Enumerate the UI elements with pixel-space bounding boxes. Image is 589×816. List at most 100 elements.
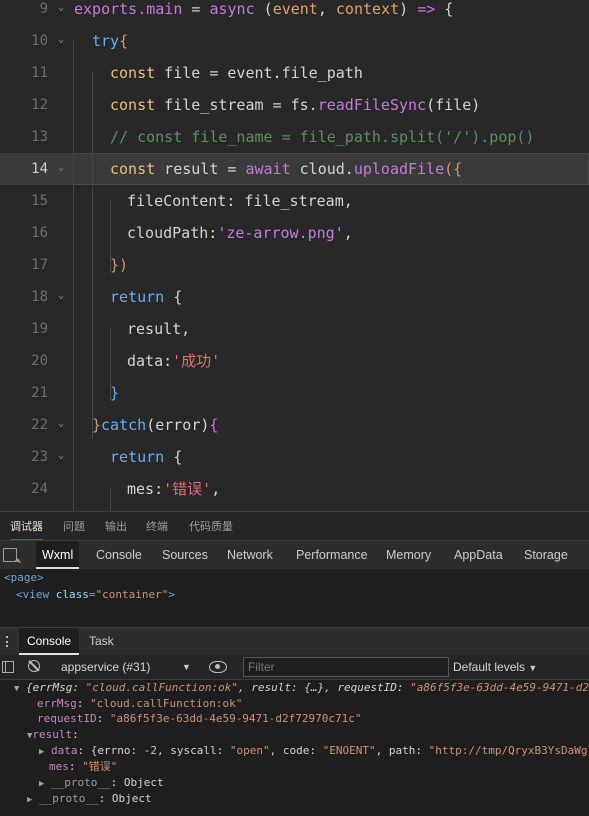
- line-number: 24: [31, 481, 48, 497]
- line-number: 11: [31, 65, 48, 81]
- tab-console-drawer[interactable]: Console: [19, 628, 80, 655]
- code-line[interactable]: 19 result,: [0, 313, 589, 345]
- collapse-triangle-icon[interactable]: ▶: [39, 747, 44, 757]
- prop-key: errMsg: [37, 697, 77, 710]
- prop-value: "cloud.callFunction:ok": [90, 697, 243, 710]
- code-text: // const file_name = file_path.split('/'…: [110, 121, 534, 153]
- code-text: return {: [110, 281, 182, 313]
- prop-data[interactable]: ▶ data: {errno: -2, syscall: "open", cod…: [39, 743, 589, 760]
- tab-network[interactable]: Network: [227, 541, 273, 569]
- dom-node-page[interactable]: <page>: [4, 571, 44, 585]
- data-part: , syscall:: [157, 744, 230, 757]
- fold-chevron-icon[interactable]: ⌄: [55, 2, 67, 14]
- code-line[interactable]: 17}): [0, 249, 589, 281]
- code-token: readFileSync: [317, 96, 427, 114]
- prop-errmsg: errMsg: "cloud.callFunction:ok": [37, 697, 243, 710]
- line-number: 12: [31, 97, 48, 113]
- context-selector[interactable]: appservice (#31) ▼: [61, 655, 191, 679]
- fold-chevron-icon[interactable]: ⌄: [55, 34, 67, 46]
- code-text: cloudPath:'ze-arrow.png',: [127, 217, 353, 249]
- code-line[interactable]: 12 const file_stream = fs.readFileSync(fi…: [0, 89, 589, 121]
- code-line[interactable]: 21}: [0, 377, 589, 409]
- tab-sources[interactable]: Sources: [162, 541, 208, 569]
- prop-proto-outer[interactable]: ▶ __proto__: Object: [27, 791, 152, 808]
- log-levels-dropdown[interactable]: Default levels ▼: [453, 655, 537, 679]
- data-part: , path:: [375, 744, 429, 757]
- code-line[interactable]: 11 const file = event.file_path: [0, 57, 589, 89]
- code-line[interactable]: 15 fileContent: file_stream,: [0, 185, 589, 217]
- code-line[interactable]: 23 ⌄ return {: [0, 441, 589, 473]
- code-token: =>: [417, 0, 436, 18]
- tab-storage[interactable]: Storage: [524, 541, 568, 569]
- indent-guide: [110, 328, 111, 400]
- summary-part: , result: {…}, requestID:: [237, 681, 411, 694]
- tab-appdata[interactable]: AppData: [454, 541, 503, 569]
- tab-console[interactable]: Console: [96, 541, 142, 569]
- fold-chevron-icon[interactable]: ⌄: [55, 450, 67, 462]
- tab-output[interactable]: 输出: [105, 512, 127, 541]
- console-drawer-tabs: Console Task: [0, 627, 589, 656]
- code-line[interactable]: 18 ⌄ return {: [0, 281, 589, 313]
- tab-problems[interactable]: 问题: [63, 512, 85, 541]
- summary-part: {errMsg:: [26, 681, 86, 694]
- code-token: try: [92, 32, 120, 50]
- log-summary[interactable]: ▼ {errMsg: "cloud.callFunction:ok", resu…: [14, 680, 589, 697]
- expand-triangle-icon[interactable]: ▼: [14, 684, 19, 694]
- collapse-triangle-icon[interactable]: ▶: [27, 795, 32, 805]
- code-token: uploadFile: [353, 160, 445, 178]
- code-line[interactable]: 9 ⌄ exports.main = async (event, context) …: [0, 0, 589, 25]
- code-token: ,: [211, 480, 221, 498]
- code-text: try{: [92, 25, 128, 57]
- code-line[interactable]: 22 ⌄}catch(error){: [0, 409, 589, 441]
- line-number: 21: [31, 385, 48, 401]
- code-editor[interactable]: 9 ⌄ exports.main = async (event, context) …: [0, 0, 589, 511]
- summary-part: "a86f5f3e-63dd-4e59-9471-d2f: [410, 681, 589, 694]
- data-part: , code:: [269, 744, 323, 757]
- tab-wxml[interactable]: Wxml: [36, 541, 80, 569]
- inspect-element-icon[interactable]: [3, 548, 17, 562]
- line-number: 14: [31, 161, 48, 177]
- dom-attr-value: "container": [95, 588, 169, 601]
- code-line[interactable]: 10 ⌄ try{: [0, 25, 589, 57]
- fold-chevron-icon[interactable]: ⌄: [55, 162, 67, 174]
- code-token: }): [110, 256, 129, 274]
- code-token: cloud.: [290, 160, 354, 178]
- code-line[interactable]: 16 cloudPath:'ze-arrow.png',: [0, 217, 589, 249]
- clear-console-icon[interactable]: [28, 660, 40, 672]
- console-filter-input[interactable]: [243, 657, 449, 677]
- code-token: const: [110, 96, 156, 114]
- eye-icon[interactable]: [209, 661, 227, 673]
- data-part: "ENOENT": [322, 744, 376, 757]
- dom-node-view[interactable]: <view class="container">: [16, 588, 175, 602]
- tab-memory[interactable]: Memory: [386, 541, 431, 569]
- sidebar-toggle-icon[interactable]: [2, 661, 14, 673]
- fold-chevron-icon[interactable]: ⌄: [55, 290, 67, 302]
- tab-code-quality[interactable]: 代码质量: [189, 512, 233, 541]
- tab-task[interactable]: Task: [89, 628, 114, 655]
- code-line[interactable]: 14 ⌄ const result = await cloud.uploadFile…: [0, 153, 589, 185]
- code-token: cloudPath:: [127, 224, 218, 242]
- drawer-menu-icon[interactable]: [6, 636, 10, 647]
- prop-key: requestID: [37, 712, 97, 725]
- data-part: {errno:: [90, 744, 144, 757]
- code-token: '成功': [172, 352, 221, 370]
- chevron-down-icon: ▼: [528, 663, 538, 673]
- tab-performance[interactable]: Performance: [296, 541, 368, 569]
- prop-proto-inner[interactable]: ▶ __proto__: Object: [39, 775, 164, 792]
- code-text: fileContent: file_stream,: [127, 185, 353, 217]
- code-line[interactable]: 13 // const file_name = file_path.split('…: [0, 121, 589, 153]
- code-line[interactable]: 24 mes:'错误',: [0, 473, 589, 505]
- code-token: (error): [146, 416, 210, 434]
- code-token: {: [209, 416, 219, 434]
- code-token: (file): [426, 96, 481, 114]
- line-number: 9: [39, 1, 48, 17]
- prop-result[interactable]: ▼result:: [27, 727, 79, 744]
- fold-chevron-icon[interactable]: ⌄: [55, 418, 67, 430]
- data-part: "http://tmp/QryxB3YsDaWg7: [428, 744, 589, 757]
- tab-terminal[interactable]: 终端: [146, 512, 168, 541]
- code-line[interactable]: 20 data:'成功': [0, 345, 589, 377]
- tab-debugger[interactable]: 调试器: [10, 512, 43, 541]
- line-number: 19: [31, 321, 48, 337]
- collapse-triangle-icon[interactable]: ▶: [39, 779, 44, 789]
- code-token: 'ze-arrow.png': [217, 224, 344, 242]
